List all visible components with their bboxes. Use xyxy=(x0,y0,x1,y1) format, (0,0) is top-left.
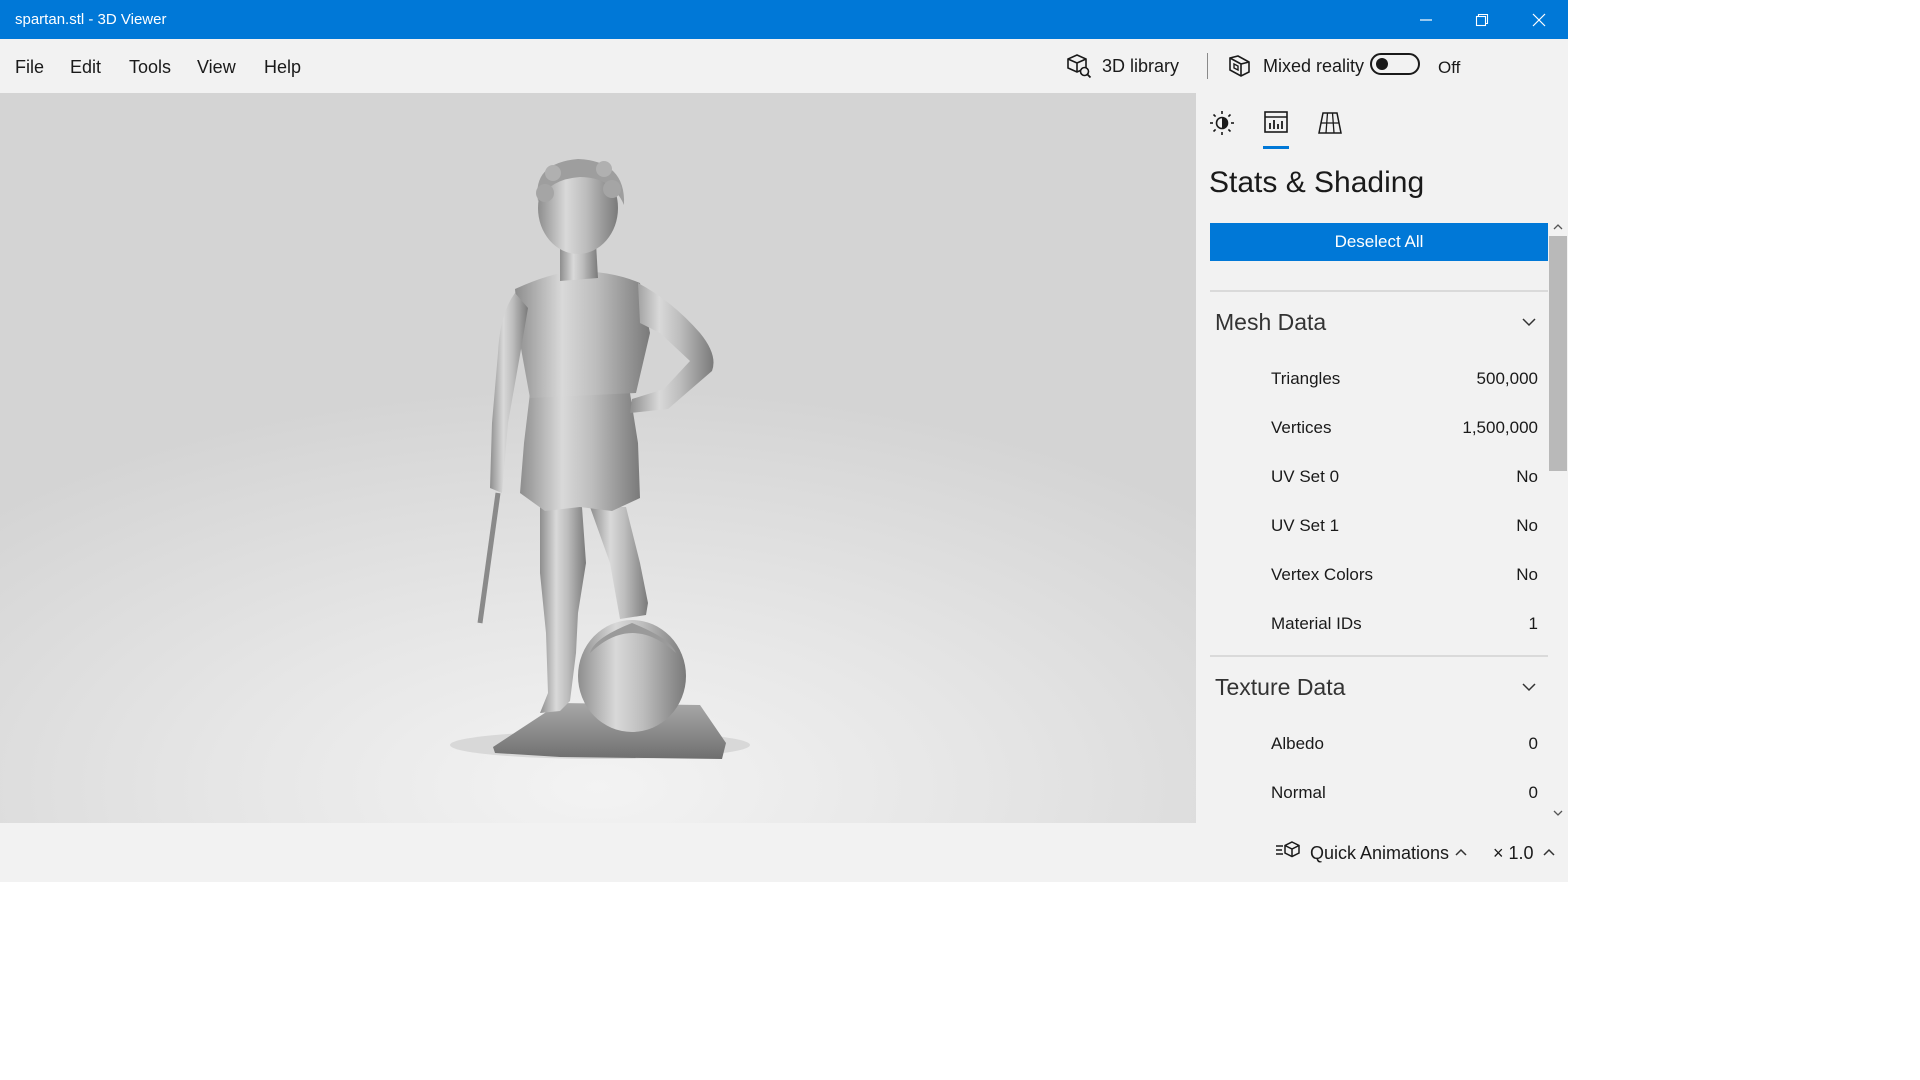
divider xyxy=(1210,290,1548,292)
stat-label: Vertices xyxy=(1271,418,1332,437)
menu-view[interactable]: View xyxy=(197,57,236,78)
divider xyxy=(1210,655,1548,657)
tab-stats-shading[interactable] xyxy=(1262,109,1290,137)
statue-model[interactable] xyxy=(0,93,1196,823)
mixed-reality-button[interactable]: Mixed reality xyxy=(1227,52,1364,80)
selected-tab-indicator xyxy=(1263,146,1289,149)
quick-animations-button[interactable]: Quick Animations xyxy=(1310,843,1449,864)
lighting-icon xyxy=(1210,111,1234,135)
menu-help[interactable]: Help xyxy=(264,57,301,78)
scroll-up-icon[interactable] xyxy=(1553,223,1563,231)
title-bar: spartan.stl - 3D Viewer xyxy=(0,0,1568,39)
menu-edit[interactable]: Edit xyxy=(70,57,101,78)
tab-lighting[interactable] xyxy=(1208,109,1236,137)
stat-label: Albedo xyxy=(1271,734,1324,753)
close-button[interactable] xyxy=(1511,0,1567,39)
stat-label: UV Set 0 xyxy=(1271,467,1340,486)
command-divider xyxy=(1207,53,1208,79)
texture-data-header[interactable]: Texture Data xyxy=(1215,674,1345,701)
3d-library-button[interactable]: 3D library xyxy=(1066,52,1179,80)
minimize-button[interactable] xyxy=(1398,0,1454,39)
stat-value: No xyxy=(1516,516,1538,535)
chevron-up-icon[interactable] xyxy=(1543,847,1555,857)
window-title: spartan.stl - 3D Viewer xyxy=(15,11,167,28)
mixed-reality-state: Off xyxy=(1438,58,1461,77)
scroll-thumb[interactable] xyxy=(1549,236,1567,471)
restore-icon xyxy=(1475,13,1489,26)
menu-bar: File Edit Tools View Help 3D library Mix… xyxy=(0,39,1568,93)
quick-animations-icon[interactable] xyxy=(1275,841,1301,861)
stat-value: No xyxy=(1516,565,1538,584)
toggle-knob xyxy=(1376,58,1388,70)
panel-title: Stats & Shading xyxy=(1209,166,1425,199)
close-icon xyxy=(1532,13,1546,26)
chevron-up-icon[interactable] xyxy=(1455,847,1467,857)
stat-value: 1 xyxy=(1528,614,1538,633)
stat-value: 1,500,000 xyxy=(1462,418,1538,437)
stat-label: Vertex Colors xyxy=(1271,565,1374,584)
menu-tools[interactable]: Tools xyxy=(129,57,171,78)
chevron-down-icon[interactable] xyxy=(1521,314,1537,330)
chevron-down-icon[interactable] xyxy=(1521,679,1537,695)
mixed-reality-icon xyxy=(1229,55,1250,77)
deselect-all-label: Deselect All xyxy=(1334,232,1424,251)
mesh-data-header[interactable]: Mesh Data xyxy=(1215,309,1326,336)
3d-library-icon xyxy=(1067,54,1092,79)
stat-label: Normal xyxy=(1271,783,1326,802)
stat-label: Material IDs xyxy=(1271,614,1362,633)
stat-value: 0 xyxy=(1528,734,1538,753)
stats-shading-icon xyxy=(1264,111,1288,133)
stat-value: 0 xyxy=(1528,783,1538,802)
minimize-icon xyxy=(1420,18,1432,21)
3d-viewport[interactable] xyxy=(0,93,1196,823)
stat-label: UV Set 1 xyxy=(1271,516,1340,535)
3d-library-label: 3D library xyxy=(1102,55,1180,76)
mixed-reality-label: Mixed reality xyxy=(1263,55,1365,76)
mesh-grid-icon xyxy=(1318,112,1342,134)
playback-speed-button[interactable]: × 1.0 xyxy=(1493,843,1534,864)
menu-file[interactable]: File xyxy=(15,57,44,78)
restore-button[interactable] xyxy=(1454,0,1510,39)
deselect-all-button[interactable]: Deselect All xyxy=(1210,223,1548,261)
scroll-down-icon[interactable] xyxy=(1553,809,1563,817)
stat-label: Triangles xyxy=(1271,369,1341,388)
stat-value: 500,000 xyxy=(1476,369,1538,388)
tab-mesh-grid[interactable] xyxy=(1316,109,1344,137)
mixed-reality-toggle[interactable] xyxy=(1370,53,1420,75)
side-panel xyxy=(1196,93,1568,823)
stat-value: No xyxy=(1516,467,1538,486)
